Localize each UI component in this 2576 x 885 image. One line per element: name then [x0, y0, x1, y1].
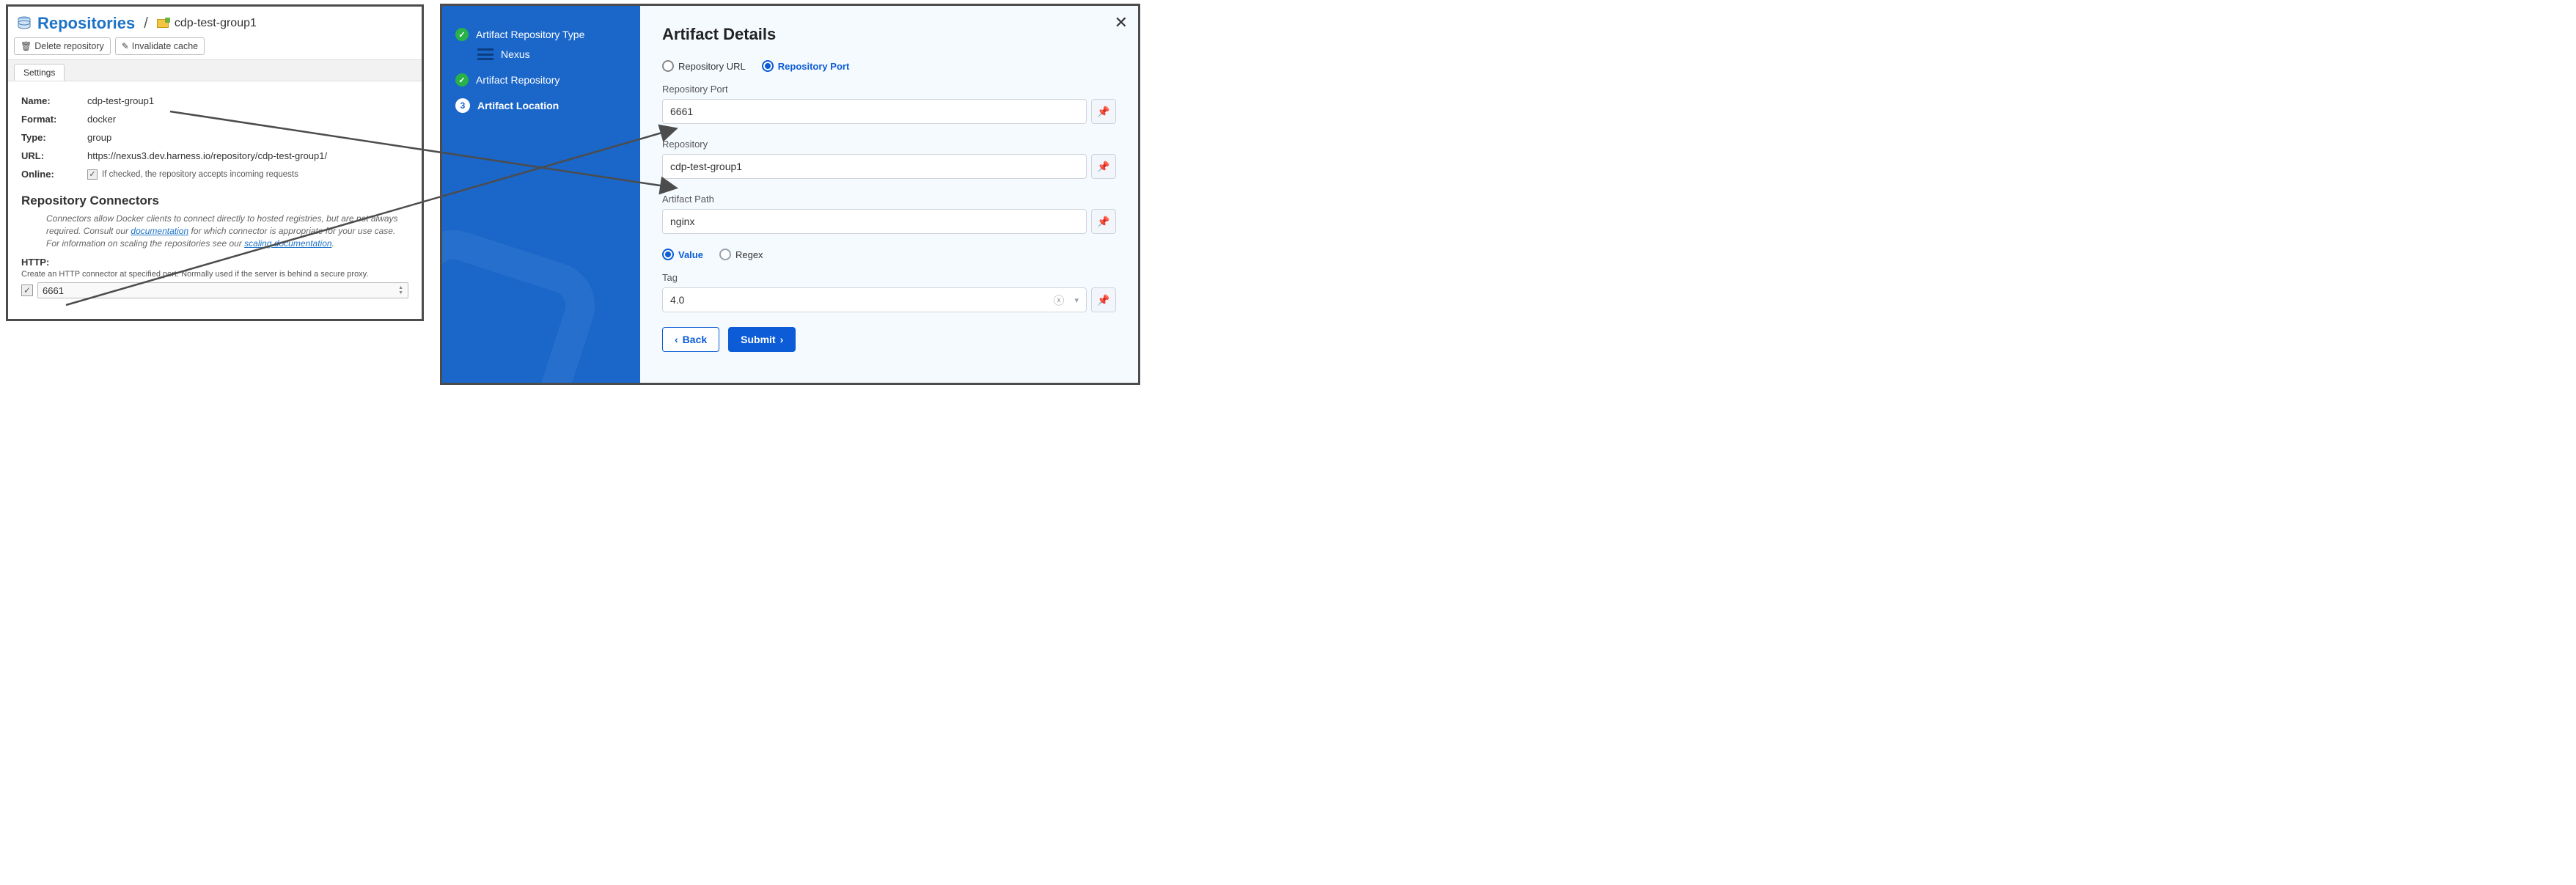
online-label: Online:: [21, 169, 87, 180]
eraser-icon: ✎: [122, 41, 129, 51]
type-label: Type:: [21, 132, 87, 143]
check-icon: ✓: [455, 28, 469, 41]
breadcrumb-repo-name: cdp-test-group1: [175, 17, 257, 30]
tag-label: Tag: [662, 272, 1116, 283]
clear-icon[interactable]: ⓧ: [1053, 293, 1064, 308]
radio-url-label: Repository URL: [678, 61, 746, 72]
pin-icon: 📌: [1097, 216, 1109, 228]
step-number-icon: 3: [455, 98, 470, 113]
pin-button[interactable]: 📌: [1091, 209, 1116, 234]
radio-port-label: Repository Port: [778, 61, 850, 72]
radio-repo-url[interactable]: Repository URL: [662, 60, 746, 72]
tab-settings[interactable]: Settings: [14, 64, 65, 81]
nexus-header: Repositories / cdp-test-group1: [8, 7, 422, 37]
radio-on-icon: [662, 249, 674, 260]
radio-on-icon: [762, 60, 774, 72]
connectors-title: Repository Connectors: [21, 194, 408, 208]
tag-value: 4.0: [670, 294, 684, 306]
invalidate-label: Invalidate cache: [132, 41, 198, 51]
pin-button[interactable]: 📌: [1091, 154, 1116, 179]
wizard-step2-label: Artifact Repository: [476, 74, 559, 86]
nexus-icon: [477, 48, 493, 60]
pin-icon: 📌: [1097, 161, 1109, 173]
http-port-value: 6661: [43, 285, 64, 296]
format-value: docker: [87, 114, 116, 125]
url-value: https://nexus3.dev.harness.io/repository…: [87, 150, 327, 161]
chevron-left-icon: ‹: [675, 334, 678, 345]
http-port-input[interactable]: 6661 ▲▼: [37, 282, 408, 298]
nexus-tabs: Settings: [8, 59, 422, 81]
radio-regex-label: Regex: [735, 249, 763, 260]
wizard-step-repo-type[interactable]: ✓ Artifact Repository Type: [455, 28, 627, 41]
repository-input[interactable]: cdp-test-group1: [662, 154, 1087, 179]
wizard-step-location[interactable]: 3 Artifact Location: [455, 98, 627, 113]
name-value: cdp-test-group1: [87, 95, 154, 106]
artifact-panel: ✓ Artifact Repository Type Nexus ✓ Artif…: [440, 4, 1140, 385]
tag-type-radio-group: Value Regex: [662, 249, 1116, 260]
radio-off-icon: [719, 249, 731, 260]
repo-port-value: 6661: [670, 106, 693, 117]
back-button[interactable]: ‹ Back: [662, 327, 719, 352]
repository-value: cdp-test-group1: [670, 161, 742, 172]
http-checkbox[interactable]: ✓: [21, 284, 33, 296]
database-icon: [17, 16, 32, 31]
repo-port-input[interactable]: 6661: [662, 99, 1087, 124]
artifact-title: Artifact Details: [662, 25, 1116, 44]
connectors-description: Connectors allow Docker clients to conne…: [21, 213, 408, 249]
artifact-path-label: Artifact Path: [662, 194, 1116, 205]
artifact-path-value: nginx: [670, 216, 694, 227]
type-value: group: [87, 132, 111, 143]
format-label: Format:: [21, 114, 87, 125]
connectors-desc-post: .: [332, 238, 334, 249]
page-title: Repositories: [37, 14, 135, 33]
invalidate-cache-button[interactable]: ✎ Invalidate cache: [115, 37, 205, 55]
http-label: HTTP:: [21, 257, 408, 268]
close-icon[interactable]: ✕: [1115, 13, 1128, 32]
wizard-step3-label: Artifact Location: [477, 100, 559, 111]
trash-icon: 🗑: [21, 41, 32, 51]
nexus-toolbar: 🗑 Delete repository ✎ Invalidate cache: [8, 37, 422, 59]
http-hint: Create an HTTP connector at specified po…: [21, 270, 408, 279]
name-label: Name:: [21, 95, 87, 106]
scaling-doc-link[interactable]: scaling documentation: [244, 238, 331, 249]
chevron-down-icon[interactable]: ▾: [1074, 295, 1079, 305]
submit-button[interactable]: Submit ›: [728, 327, 796, 352]
breadcrumb-separator: /: [144, 15, 148, 32]
sidebar-decoration: [442, 219, 606, 383]
radio-value-label: Value: [678, 249, 703, 260]
url-label: URL:: [21, 150, 87, 161]
pin-icon: 📌: [1097, 294, 1109, 306]
artifact-path-input[interactable]: nginx: [662, 209, 1087, 234]
check-icon: ✓: [455, 73, 469, 87]
pin-button[interactable]: 📌: [1091, 287, 1116, 312]
tag-select[interactable]: 4.0 ⓧ ▾: [662, 287, 1087, 312]
number-stepper-icon[interactable]: ▲▼: [398, 285, 403, 295]
wizard-step1-label: Artifact Repository Type: [476, 29, 584, 40]
pin-icon: 📌: [1097, 106, 1109, 118]
pin-button[interactable]: 📌: [1091, 99, 1116, 124]
repository-label: Repository: [662, 139, 1116, 150]
radio-off-icon: [662, 60, 674, 72]
online-checkbox[interactable]: ✓: [87, 169, 98, 180]
radio-tag-value[interactable]: Value: [662, 249, 703, 260]
delete-label: Delete repository: [34, 41, 104, 51]
repo-format-radio-group: Repository URL Repository Port: [662, 60, 1116, 72]
radio-tag-regex[interactable]: Regex: [719, 249, 763, 260]
wizard-step-repo[interactable]: ✓ Artifact Repository: [455, 73, 627, 87]
repo-folder-icon: [157, 19, 169, 28]
nexus-panel: Repositories / cdp-test-group1 🗑 Delete …: [6, 4, 424, 321]
chevron-right-icon: ›: [780, 334, 784, 345]
delete-repository-button[interactable]: 🗑 Delete repository: [14, 37, 111, 55]
submit-label: Submit: [741, 334, 775, 345]
wizard-step-repo-type-sub: Nexus: [455, 48, 627, 60]
repo-port-label: Repository Port: [662, 84, 1116, 95]
documentation-link[interactable]: documentation: [131, 226, 188, 236]
wizard-sidebar: ✓ Artifact Repository Type Nexus ✓ Artif…: [442, 6, 640, 383]
artifact-main: ✕ Artifact Details Repository URL Reposi…: [640, 6, 1138, 383]
radio-repo-port[interactable]: Repository Port: [762, 60, 850, 72]
back-label: Back: [683, 334, 707, 345]
wizard-step1-sub-label: Nexus: [501, 48, 530, 60]
online-hint: If checked, the repository accepts incom…: [102, 170, 298, 179]
nexus-settings-body: Name: cdp-test-group1 Format: docker Typ…: [8, 81, 422, 309]
